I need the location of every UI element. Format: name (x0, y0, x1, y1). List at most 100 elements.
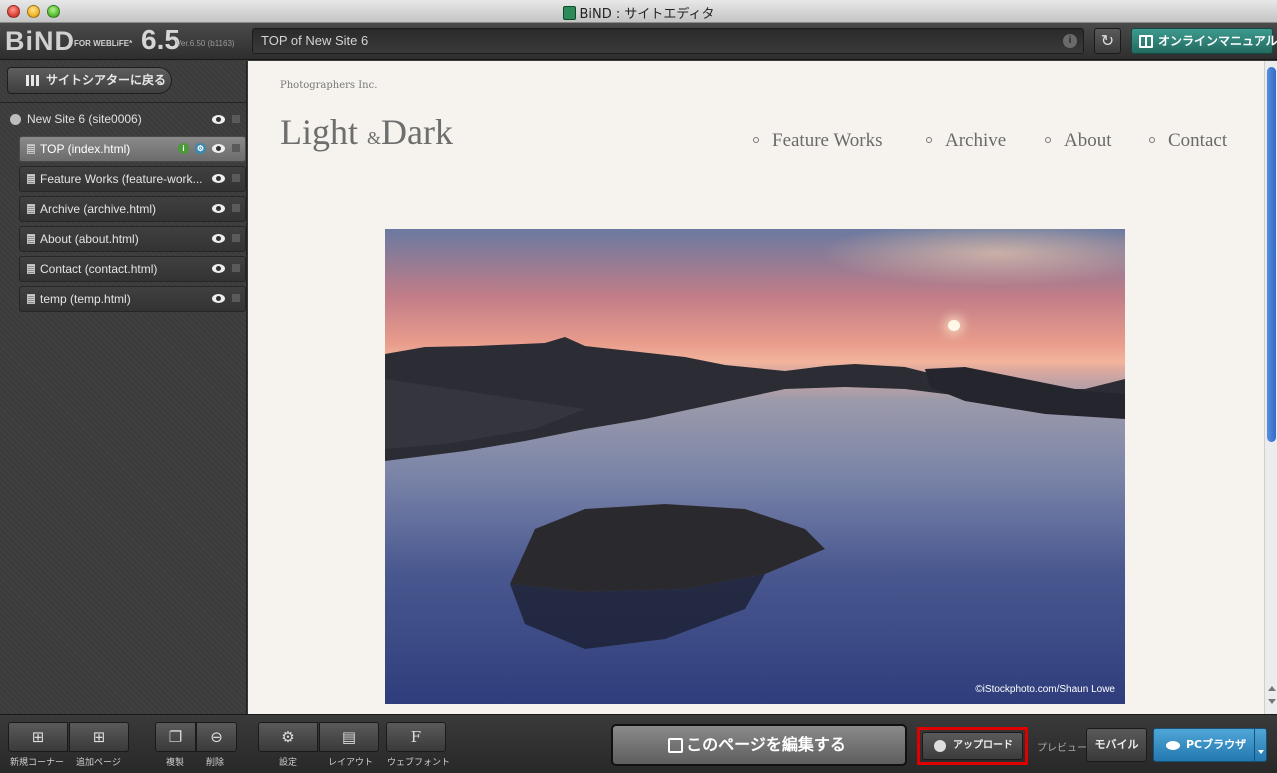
webfont-label: ウェブフォント (387, 758, 451, 768)
sidebar-page-top[interactable]: TOP (index.html) i ⚙ (19, 136, 246, 162)
page-doc-icon (27, 264, 35, 274)
hero-sunset-photo: ©iStockphoto.com/Shaun Lowe (385, 229, 1125, 704)
site-nav-feature-works[interactable]: Feature Works (753, 130, 883, 152)
minus-circle-icon: ⊖ (210, 728, 223, 746)
page-doc-icon (27, 234, 35, 244)
page-address-field[interactable]: TOP of New Site 6 i (252, 28, 1084, 54)
nav-bullet-icon (1149, 137, 1155, 143)
site-nav-about[interactable]: About (1045, 130, 1112, 152)
site-preview-canvas[interactable]: Photographers Inc. Light &Dark Feature W… (248, 61, 1264, 714)
sidebar-page-label: Archive (archive.html) (40, 202, 157, 216)
preview-scrollbar[interactable] (1264, 61, 1277, 714)
mobile-preview-button[interactable]: モバイル (1086, 728, 1147, 762)
duplicate-button[interactable]: ❐ (155, 722, 196, 752)
mobile-label: モバイル (1094, 738, 1139, 751)
app-window: BiND : サイトエディタ BiND FOR WEBLiFE* 6.5 Ver… (0, 0, 1277, 773)
photo-rocks (385, 337, 1125, 649)
toggle-square-icon[interactable] (232, 294, 240, 302)
logo-bind: BiND (5, 26, 75, 56)
nav-bullet-icon (1045, 137, 1051, 143)
add-page-icon: ⊞ (92, 728, 106, 746)
gear-badge-icon[interactable]: ⚙ (195, 143, 206, 154)
new-corner-label: 新規コーナー (10, 758, 65, 768)
back-to-site-theater-button[interactable]: サイトシアターに戻る (7, 67, 172, 94)
pc-browser-preview-button[interactable]: PCブラウザ (1153, 728, 1267, 762)
info-badge-icon[interactable]: i (178, 143, 189, 154)
online-manual-button[interactable]: オンラインマニュアル (1131, 28, 1277, 54)
sidebar-page-about[interactable]: About (about.html) (19, 226, 246, 252)
layout-icon: ▤ (341, 728, 357, 746)
layout-button[interactable]: ▤ (319, 722, 379, 752)
toggle-square-icon[interactable] (232, 144, 240, 152)
webfont-icon: F (410, 728, 422, 746)
visibility-eye-icon[interactable] (212, 144, 225, 153)
duplicate-label: 複製 (166, 758, 185, 768)
add-page-button[interactable]: ⊞ (69, 722, 129, 752)
add-page-label: 追加ページ (76, 758, 121, 768)
toggle-square-icon[interactable] (232, 204, 240, 212)
photo-credit: ©iStockphoto.com/Shaun Lowe (975, 684, 1115, 695)
delete-button[interactable]: ⊖ (196, 722, 237, 752)
new-corner-button[interactable]: ⊞ (8, 722, 68, 752)
brand-light: Light (280, 112, 358, 152)
site-nav-contact[interactable]: Contact (1149, 130, 1227, 152)
visibility-eye-icon[interactable] (212, 174, 225, 183)
site-nav-label: Contact (1168, 130, 1228, 151)
sidebar-page-label: TOP (index.html) (40, 142, 131, 156)
visibility-eye-icon[interactable] (212, 115, 225, 124)
sidebar-page-archive[interactable]: Archive (archive.html) (19, 196, 246, 222)
settings-label: 設定 (279, 758, 298, 768)
visibility-eye-icon[interactable] (212, 234, 225, 243)
bottom-toolbar: ⊞ ⊞ 新規コーナー 追加ページ ❐ ⊖ 複製 削除 ⚙ ▤ F 設定 レイアウ… (0, 714, 1277, 773)
site-theater-icon (26, 75, 40, 86)
page-doc-icon (27, 174, 35, 184)
refresh-button[interactable]: ↻ (1094, 28, 1121, 54)
refresh-icon: ↻ (1100, 31, 1115, 50)
title-bar: BiND : サイトエディタ (0, 0, 1277, 23)
preview-label: プレビュー (1037, 743, 1087, 754)
toggle-square-icon[interactable] (232, 174, 240, 182)
build-number: Ver.6.50 (b1163) (176, 39, 235, 48)
visibility-eye-icon[interactable] (212, 294, 225, 303)
page-doc-icon (27, 294, 35, 304)
chevron-down-icon[interactable] (1254, 729, 1266, 761)
sidebar-page-label: Feature Works (feature-work... (40, 172, 203, 186)
page-doc-icon (27, 144, 35, 154)
window-title: BiND : サイトエディタ (0, 3, 1277, 22)
sidebar-page-contact[interactable]: Contact (contact.html) (19, 256, 246, 282)
top-toolbar: BiND FOR WEBLiFE* 6.5 Ver.6.50 (b1163) T… (0, 23, 1277, 60)
pc-browser-label: PCブラウザ (1186, 738, 1247, 751)
book-icon (1139, 35, 1153, 48)
delete-label: 削除 (206, 758, 225, 768)
brand-dark: Dark (381, 112, 453, 152)
sidebar-page-feature-works[interactable]: Feature Works (feature-work... (19, 166, 246, 192)
sidebar-page-temp[interactable]: temp (temp.html) (19, 286, 246, 312)
visibility-eye-icon[interactable] (212, 204, 225, 213)
edit-pencil-icon (668, 738, 683, 753)
sidebar: サイトシアターに戻る New Site 6 (site0006) TOP (in… (0, 61, 247, 714)
layout-label: レイアウト (328, 758, 374, 768)
upload-arrow-icon (934, 740, 946, 752)
scroll-up-arrow-icon[interactable] (1268, 686, 1276, 691)
new-corner-icon: ⊞ (31, 728, 45, 746)
nav-bullet-icon (753, 137, 759, 143)
nav-bullet-icon (926, 137, 932, 143)
site-root-item[interactable]: New Site 6 (site0006) (0, 108, 247, 130)
toggle-square-icon[interactable] (232, 264, 240, 272)
webfont-button[interactable]: F (386, 722, 446, 752)
site-nav-archive[interactable]: Archive (926, 130, 1006, 152)
settings-button[interactable]: ⚙ (258, 722, 318, 752)
bind-app-icon (562, 6, 576, 20)
site-brand-logo[interactable]: Light &Dark (280, 111, 453, 153)
toggle-square-icon[interactable] (232, 115, 240, 123)
info-icon[interactable]: i (1063, 34, 1077, 48)
toggle-square-icon[interactable] (232, 234, 240, 242)
edit-this-page-button[interactable]: このページを編集する (611, 724, 907, 766)
site-nav-label: Feature Works (772, 130, 883, 151)
scroll-down-arrow-icon[interactable] (1268, 699, 1276, 704)
scrollbar-thumb[interactable] (1267, 67, 1276, 442)
visibility-eye-icon[interactable] (212, 264, 225, 273)
company-name: Photographers Inc. (280, 80, 378, 91)
upload-button[interactable]: アップロード (922, 732, 1023, 760)
eye-icon (1166, 741, 1180, 750)
